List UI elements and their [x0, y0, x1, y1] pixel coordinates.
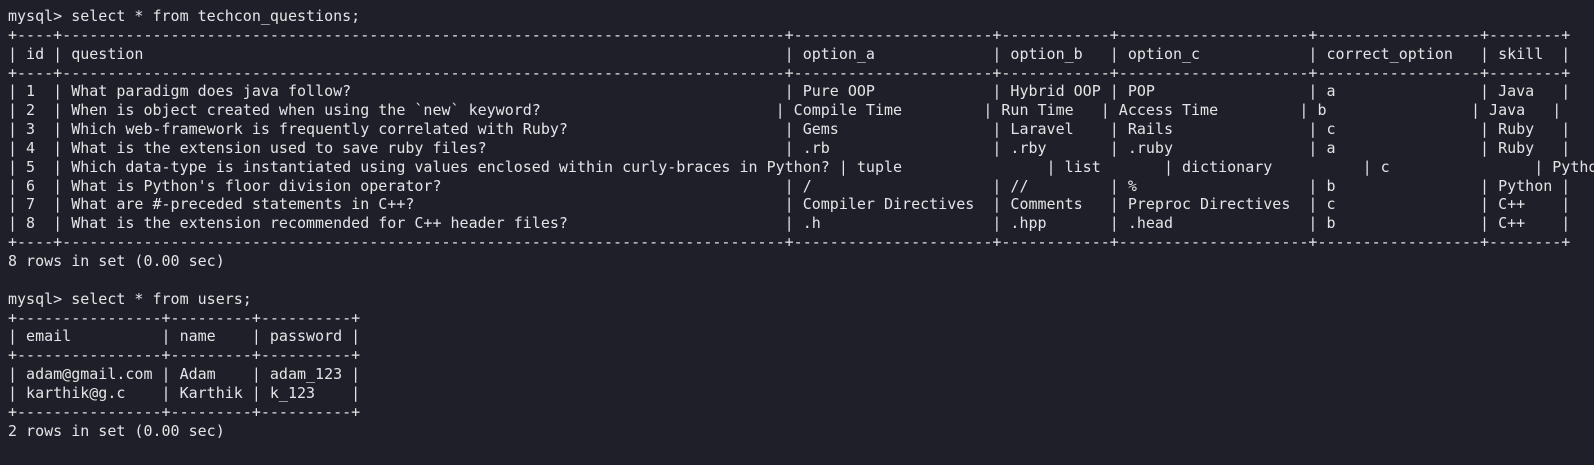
- table1-row: | 2 | When is object created when using …: [8, 101, 1562, 120]
- table1-header-border: +----+----------------------------------…: [8, 63, 1571, 82]
- query1-result-summary: 8 rows in set (0.00 sec): [8, 251, 225, 270]
- table2-row: | adam@gmail.com | Adam | adam_123 |: [8, 365, 361, 384]
- table2-header-row: | email | name | password |: [8, 327, 361, 346]
- table1-top-border: +----+----------------------------------…: [8, 25, 1571, 44]
- query1-prompt-line: mysql> select * from techcon_questions;: [8, 7, 361, 25]
- table1-header-row: | id | question | option_a | option_b | …: [8, 44, 1571, 63]
- table1-row: | 8 | What is the extension recommended …: [8, 214, 1571, 233]
- table1-bottom-border: +----+----------------------------------…: [8, 233, 1571, 252]
- table1-row: | 1 | What paradigm does java follow? | …: [8, 82, 1571, 101]
- query2-result-summary: 2 rows in set (0.00 sec): [8, 421, 225, 440]
- table2-header-border: +----------------+---------+----------+: [8, 346, 361, 365]
- table1-row: | 3 | Which web-framework is frequently …: [8, 120, 1571, 139]
- table2-top-border: +----------------+---------+----------+: [8, 308, 361, 327]
- terminal-window[interactable]: mysql> select * from techcon_questions; …: [0, 0, 1594, 465]
- query2-prompt-line: mysql> select * from users;: [8, 289, 252, 308]
- table1-row: | 6 | What is Python's floor division op…: [8, 176, 1571, 195]
- table2-row: | karthik@g.c | Karthik | k_123 |: [8, 383, 361, 402]
- table1-row: | 7 | What are #-preceded statements in …: [8, 195, 1571, 214]
- table1-row: | 4 | What is the extension used to save…: [8, 138, 1571, 157]
- table1-row: | 5 | Which data-type is instantiated us…: [8, 157, 1594, 176]
- table2-bottom-border: +----------------+---------+----------+: [8, 402, 361, 421]
